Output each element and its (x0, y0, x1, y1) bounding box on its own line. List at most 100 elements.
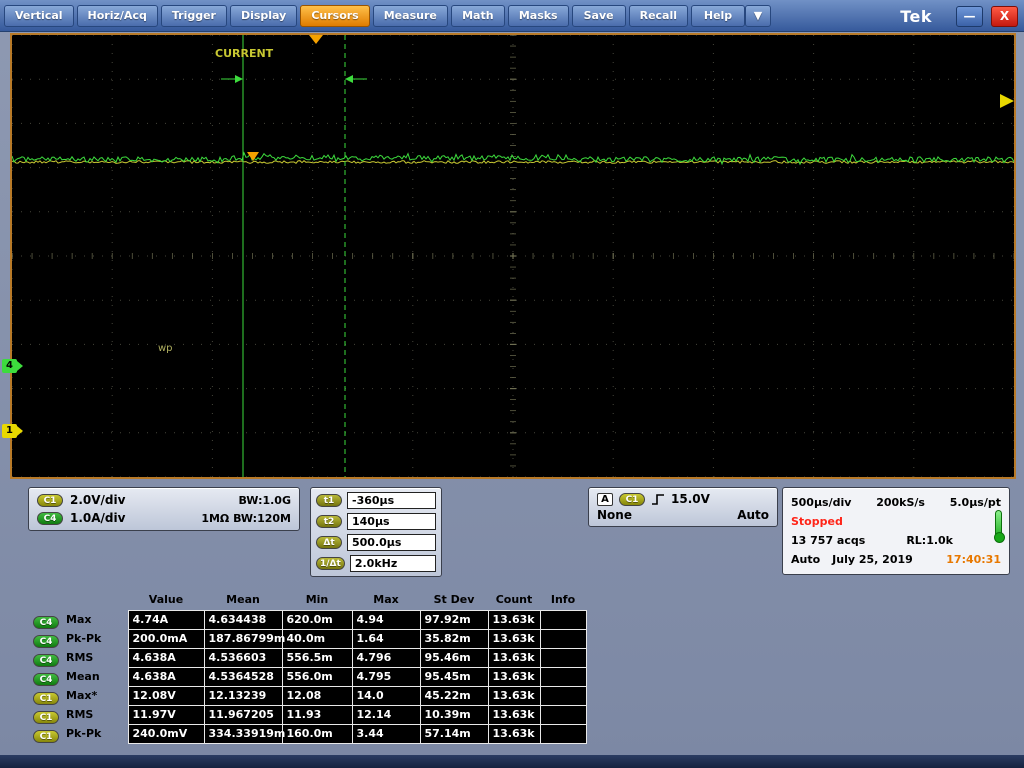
acq-datetime-row: Auto July 25, 2019 17:40:31 (791, 550, 1001, 569)
measurement-channel: C4 (28, 629, 64, 648)
measurement-value: 57.14m (420, 724, 488, 743)
measurement-value: 12.08 (282, 686, 352, 705)
channel-1-marker[interactable]: 1 (2, 424, 17, 438)
channel-badge-c4[interactable]: C4 (33, 635, 59, 648)
menu-buttons: VerticalHoriz/AcqTriggerDisplayCursorsMe… (4, 5, 745, 27)
measurement-value (540, 705, 586, 724)
cursor-2-arrow-icon (345, 75, 367, 83)
menu-recall[interactable]: Recall (629, 5, 688, 27)
channel-bandwidth: BW:1.0G (239, 494, 292, 507)
trigger-source-badge[interactable]: C1 (619, 493, 645, 506)
cursor-badge: 1/Δt (316, 557, 345, 570)
measurement-row: C4Pk-Pk200.0mA187.86799m40.0m1.6435.82m1… (28, 629, 586, 648)
channel-scale[interactable]: 1.0A/div (70, 511, 125, 525)
trigger-mode[interactable]: Auto (737, 508, 769, 522)
menu-trigger[interactable]: Trigger (161, 5, 227, 27)
cursor-row-1-t: 1/Δt 2.0kHz (316, 555, 436, 572)
channel-badge-c4[interactable]: C4 (33, 616, 59, 629)
cursor-value[interactable]: 2.0kHz (350, 555, 436, 572)
record-length: RL:1.0k (906, 534, 953, 547)
timebase-value: 500µs/div (791, 496, 851, 509)
channel-badge-c1[interactable]: C1 (33, 730, 59, 743)
channel-4-marker[interactable]: 4 (2, 359, 17, 373)
measurement-value: 13.63k (488, 667, 540, 686)
menu-display[interactable]: Display (230, 5, 297, 27)
channel-badge-c4[interactable]: C4 (33, 673, 59, 686)
measurement-value: 3.44 (352, 724, 420, 743)
minimize-button[interactable]: — (956, 6, 983, 27)
measurement-value: 556.0m (282, 667, 352, 686)
sample-rate-value: 200kS/s (876, 496, 925, 509)
measurement-value: 11.967205 (204, 705, 282, 724)
measurement-value: 1.64 (352, 629, 420, 648)
acq-status-row: Stopped (791, 512, 1001, 531)
measurement-row: C1Max*12.08V12.1323912.0814.045.22m13.63… (28, 686, 586, 705)
acq-count: 13 757 acqs (791, 534, 865, 547)
measurement-value (540, 629, 586, 648)
menu-measure[interactable]: Measure (373, 5, 448, 27)
trigger-level-value[interactable]: 15.0V (671, 492, 710, 506)
channel-scale[interactable]: 2.0V/div (70, 493, 125, 507)
channel-badge-c4[interactable]: C4 (33, 654, 59, 667)
measurement-name: Pk-Pk (64, 629, 128, 648)
measurement-name: RMS (64, 705, 128, 724)
measurement-channel: C4 (28, 610, 64, 629)
scope-overlay: CURRENT wp (12, 35, 1014, 477)
menu-vertical[interactable]: Vertical (4, 5, 74, 27)
measurement-name: Max* (64, 686, 128, 705)
measurement-tbody: C4Max4.74A4.634438620.0m4.9497.92m13.63k… (28, 610, 586, 743)
measurement-value: 240.0mV (128, 724, 204, 743)
measurement-table: ValueMeanMinMaxSt DevCountInfo C4Max4.74… (28, 590, 586, 744)
temperature-indicator-icon (995, 510, 1002, 540)
cursor-value[interactable]: 500.0µs (347, 534, 436, 551)
sample-period-value: 5.0µs/pt (950, 496, 1001, 509)
measurement-header: Count (488, 590, 540, 610)
measurement-header: Min (282, 590, 352, 610)
close-button[interactable]: X (991, 6, 1018, 27)
measurement-header: Value (128, 590, 204, 610)
measurement-value: 187.86799m (204, 629, 282, 648)
acquisition-status: Stopped (791, 515, 843, 528)
menu-help[interactable]: Help (691, 5, 745, 27)
menu-math[interactable]: Math (451, 5, 505, 27)
measurement-row: C4RMS4.638A4.536603556.5m4.79695.46m13.6… (28, 648, 586, 667)
cursor-value[interactable]: 140µs (347, 513, 436, 530)
cursor-badge: t1 (316, 494, 342, 507)
trigger-readout-panel: A C1 15.0V None Auto (588, 487, 778, 527)
measurement-row: C1Pk-Pk240.0mV334.33919m160.0m3.4457.14m… (28, 724, 586, 743)
menu-dropdown-button[interactable]: ▼ (745, 5, 771, 27)
trigger-position-marker[interactable] (309, 35, 323, 44)
channel-badge-c1[interactable]: C1 (37, 494, 63, 507)
measurement-value (540, 724, 586, 743)
menu-cursors[interactable]: Cursors (300, 5, 369, 27)
measurement-value (540, 610, 586, 629)
channel-badge-c4[interactable]: C4 (37, 512, 63, 525)
measurement-value: 200.0mA (128, 629, 204, 648)
oscilloscope-app: VerticalHoriz/AcqTriggerDisplayCursorsMe… (0, 0, 1024, 768)
measurement-value: 12.08V (128, 686, 204, 705)
measurement-value: 4.796 (352, 648, 420, 667)
measurement-value: 10.39m (420, 705, 488, 724)
menu-masks[interactable]: Masks (508, 5, 569, 27)
timebase-row: 500µs/div 200kS/s 5.0µs/pt (791, 493, 1001, 512)
measurement-value: 40.0m (282, 629, 352, 648)
measurement-value: 95.46m (420, 648, 488, 667)
measurement-row: C4Max4.74A4.634438620.0m4.9497.92m13.63k (28, 610, 586, 629)
channel-bandwidth: 1MΩ BW:120M (201, 512, 291, 525)
measurement-header: Max (352, 590, 420, 610)
measurement-value: 4.634438 (204, 610, 282, 629)
menu-horiz-acq[interactable]: Horiz/Acq (77, 5, 158, 27)
measurement-header: St Dev (420, 590, 488, 610)
channel-badge-c1[interactable]: C1 (33, 692, 59, 705)
window-controls: Tek — X (900, 0, 1018, 32)
measurement-value: 13.63k (488, 629, 540, 648)
measurement-value (540, 667, 586, 686)
trigger-level-arrow[interactable] (1000, 94, 1014, 108)
cursor-1-arrow-icon (221, 75, 243, 83)
measurement-value (540, 686, 586, 705)
acq-time: 17:40:31 (946, 553, 1001, 566)
menu-save[interactable]: Save (572, 5, 626, 27)
channel-badge-c1[interactable]: C1 (33, 711, 59, 724)
cursor-value[interactable]: -360µs (347, 492, 436, 509)
measurement-value: 160.0m (282, 724, 352, 743)
